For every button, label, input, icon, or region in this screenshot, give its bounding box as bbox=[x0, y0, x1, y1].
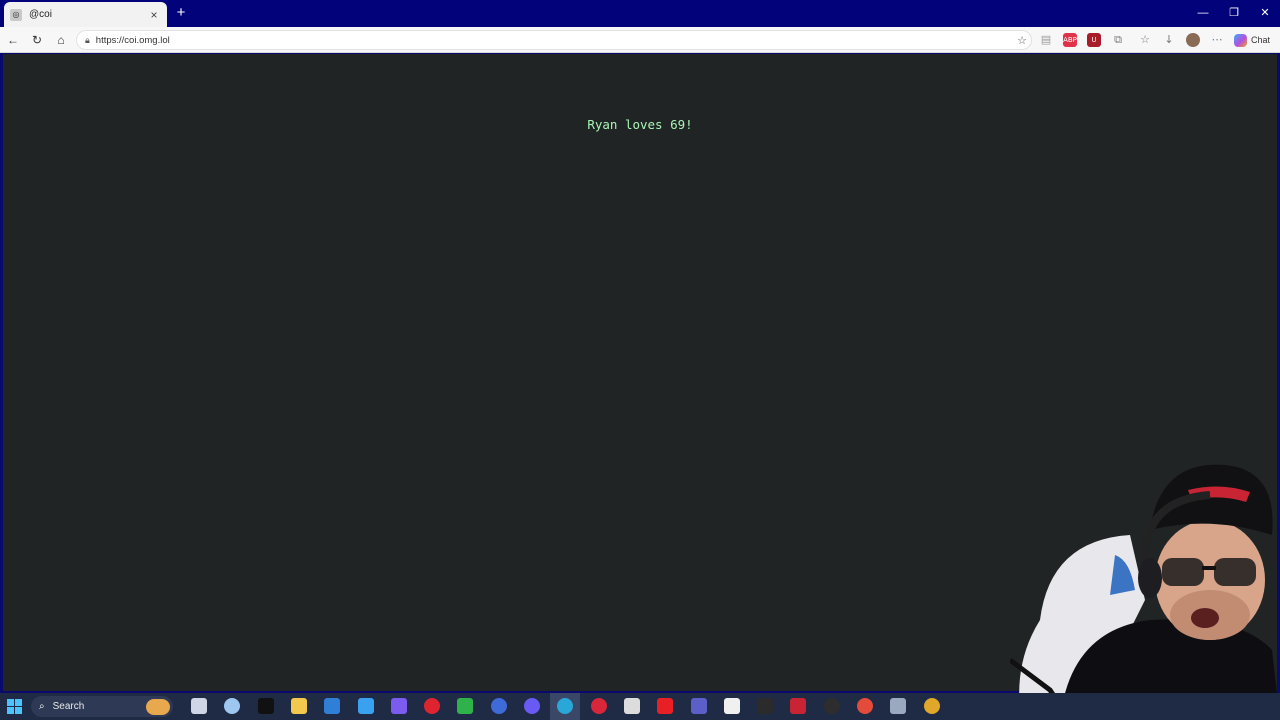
page-icon: ◎ bbox=[10, 8, 22, 21]
webcam-overlay bbox=[1010, 460, 1280, 720]
terminal-icon[interactable] bbox=[757, 698, 773, 714]
lock-icon: 🔒︎ bbox=[85, 34, 90, 45]
minimize-icon[interactable]: — bbox=[1188, 4, 1218, 22]
browser-toolbar: ← ↻ ⌂ 🔒︎ https://coi.omg.lol ☆ ▤ ABP U ⧉ ☆ ↓ ⋯… bbox=[0, 27, 1280, 53]
file-explorer-icon[interactable] bbox=[291, 698, 307, 714]
favorites-icon[interactable]: ☆ bbox=[1138, 33, 1152, 47]
youtube-icon[interactable] bbox=[657, 698, 673, 714]
search-label: Search bbox=[52, 701, 85, 712]
downloads-icon[interactable]: ↓ bbox=[1162, 33, 1176, 47]
tab-strip: ◎ @coi × + — ❐ ✕ bbox=[0, 0, 1280, 27]
page-message: Ryan loves 69! bbox=[587, 117, 693, 132]
copilot-icon[interactable] bbox=[391, 698, 407, 714]
search-highlight-icon bbox=[146, 698, 170, 715]
obs-icon[interactable] bbox=[824, 698, 840, 714]
chat-label: Chat bbox=[1251, 35, 1271, 45]
browser-tab[interactable]: ◎ @coi × bbox=[4, 2, 167, 27]
notepad-icon[interactable] bbox=[724, 698, 740, 714]
tiktok-icon[interactable] bbox=[258, 698, 274, 714]
chat-button[interactable]: Chat bbox=[1234, 32, 1270, 48]
refresh-icon[interactable]: ↻ bbox=[28, 31, 46, 49]
close-tab-icon[interactable]: × bbox=[147, 8, 161, 22]
start-button[interactable] bbox=[7, 699, 22, 714]
taskbar: ⌕ Search bbox=[0, 693, 1280, 720]
opera-gx-icon[interactable] bbox=[591, 698, 607, 714]
chrome-icon[interactable] bbox=[924, 698, 940, 714]
close-window-icon[interactable]: ✕ bbox=[1250, 4, 1280, 22]
clapper-icon[interactable] bbox=[624, 698, 640, 714]
ublock-icon[interactable]: U bbox=[1087, 33, 1101, 47]
davinci-icon[interactable] bbox=[857, 698, 873, 714]
edge-icon[interactable] bbox=[557, 698, 573, 714]
address-bar[interactable]: 🔒︎ https://coi.omg.lol ☆ bbox=[76, 30, 1032, 50]
teams-icon[interactable] bbox=[691, 698, 707, 714]
xbox-icon[interactable] bbox=[457, 698, 473, 714]
task-view-icon[interactable] bbox=[191, 698, 207, 714]
more-icon[interactable]: ⋯ bbox=[1210, 33, 1224, 47]
url-text[interactable]: https://coi.omg.lol bbox=[96, 35, 1013, 46]
screen: ◎ @coi × + — ❐ ✕ ← ↻ ⌂ 🔒︎ https://coi.om… bbox=[0, 0, 1280, 720]
add-favorite-icon[interactable]: ☆ bbox=[1013, 34, 1031, 47]
streamer-image bbox=[1010, 464, 1280, 720]
home-icon[interactable]: ⌂ bbox=[52, 31, 70, 49]
adblock-icon[interactable]: ABP bbox=[1063, 33, 1077, 47]
tab-title: @coi bbox=[29, 9, 52, 20]
profile-avatar-icon[interactable] bbox=[1186, 33, 1200, 47]
edge-beta-icon[interactable] bbox=[491, 698, 507, 714]
voicemeeter-icon[interactable] bbox=[790, 698, 806, 714]
taskbar-search[interactable]: ⌕ Search bbox=[31, 696, 173, 717]
weather-icon[interactable] bbox=[224, 698, 240, 714]
discord-icon[interactable] bbox=[524, 698, 540, 714]
settings-icon[interactable] bbox=[890, 698, 906, 714]
reading-view-icon[interactable]: ▤ bbox=[1039, 33, 1053, 47]
opera-icon[interactable] bbox=[424, 698, 440, 714]
new-tab-button[interactable]: + bbox=[172, 4, 190, 22]
copilot-icon bbox=[1234, 33, 1247, 47]
search-icon: ⌕ bbox=[39, 701, 45, 712]
restore-icon[interactable]: ❐ bbox=[1219, 4, 1249, 22]
extensions-icon[interactable]: ⧉ bbox=[1111, 33, 1125, 47]
back-icon[interactable]: ← bbox=[4, 31, 22, 49]
store-icon[interactable] bbox=[358, 698, 374, 714]
outlook-icon[interactable] bbox=[324, 698, 340, 714]
